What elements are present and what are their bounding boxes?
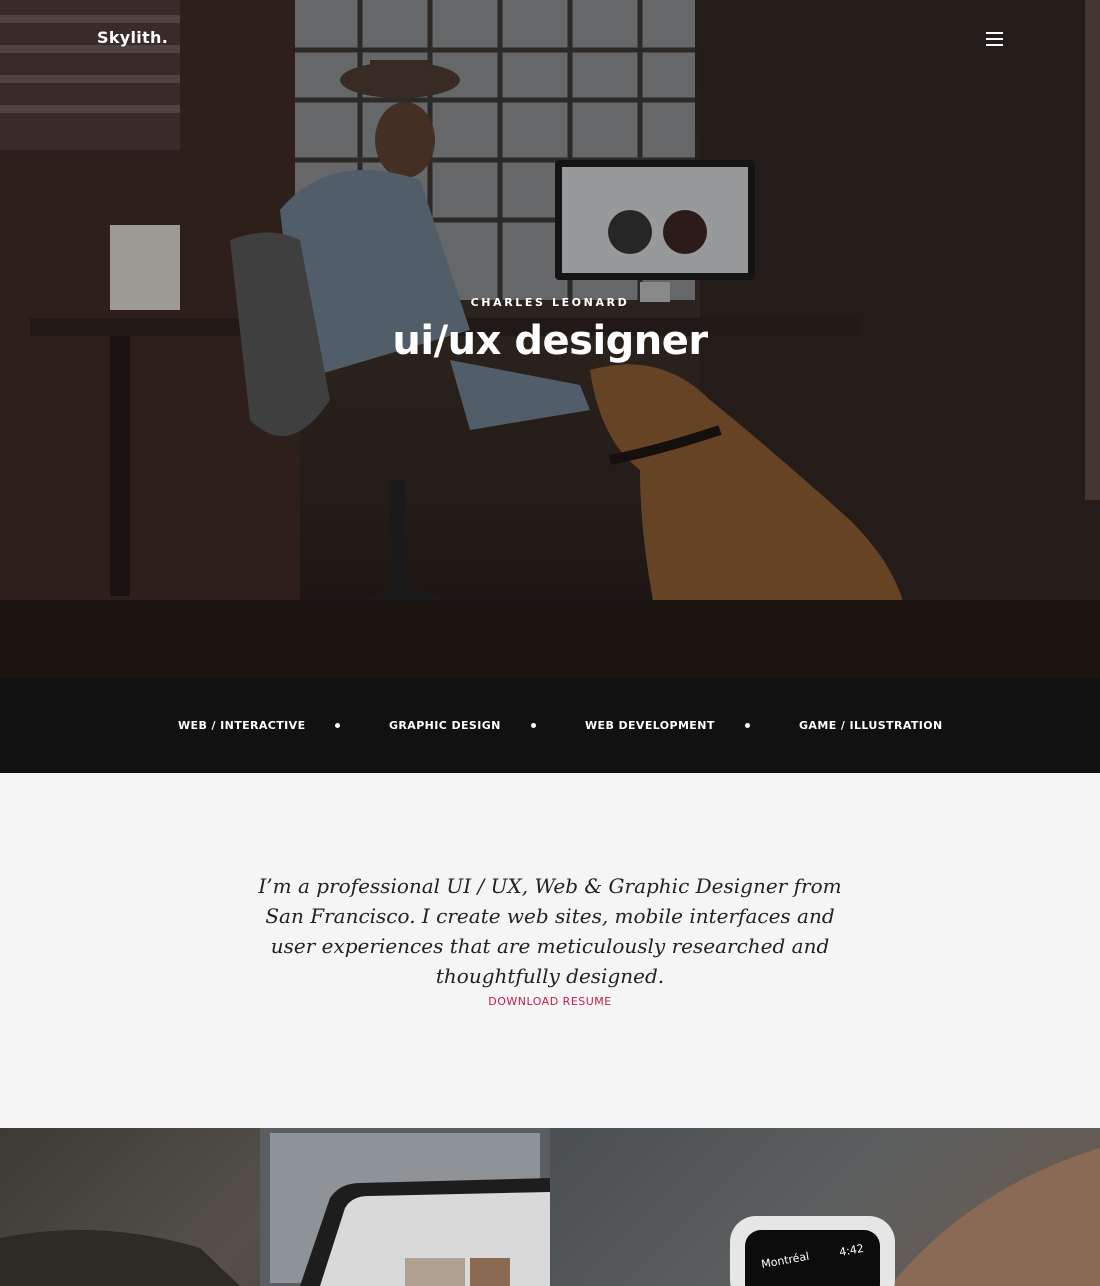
separator-dot [745, 723, 750, 728]
separator-dot [531, 723, 536, 728]
hero-title: ui/ux designer [392, 318, 708, 364]
intro-section: I’m a professional UI / UX, Web & Graphi… [0, 773, 1100, 1128]
intro-text: I’m a professional UI / UX, Web & Graphi… [258, 874, 842, 988]
watch-image: Montréal 4:42 [730, 1148, 1100, 1286]
services-bar: WEB / INTERACTIVE GRAPHIC DESIGN WEB DEV… [0, 678, 1100, 773]
service-game-illustration: GAME / ILLUSTRATION [799, 719, 943, 732]
service-graphic-design: GRAPHIC DESIGN [389, 719, 501, 732]
site-logo[interactable]: Skylith. [97, 28, 168, 47]
hero-subtitle: CHARLES LEONARD [470, 296, 630, 309]
gallery-tile-tablet[interactable] [0, 1128, 550, 1286]
service-web-development: WEB DEVELOPMENT [585, 719, 715, 732]
separator-dot [335, 723, 340, 728]
hero-section: Skylith. CHARLES LEONARD ui/ux designer [0, 0, 1100, 678]
download-resume-link[interactable]: DOWNLOAD RESUME [0, 995, 1100, 1008]
hamburger-menu-icon[interactable] [986, 32, 1003, 46]
tablet-image [0, 1128, 550, 1286]
gallery-tile-watch[interactable]: Montréal 4:42 [550, 1128, 1100, 1286]
service-web-interactive: WEB / INTERACTIVE [178, 719, 306, 732]
